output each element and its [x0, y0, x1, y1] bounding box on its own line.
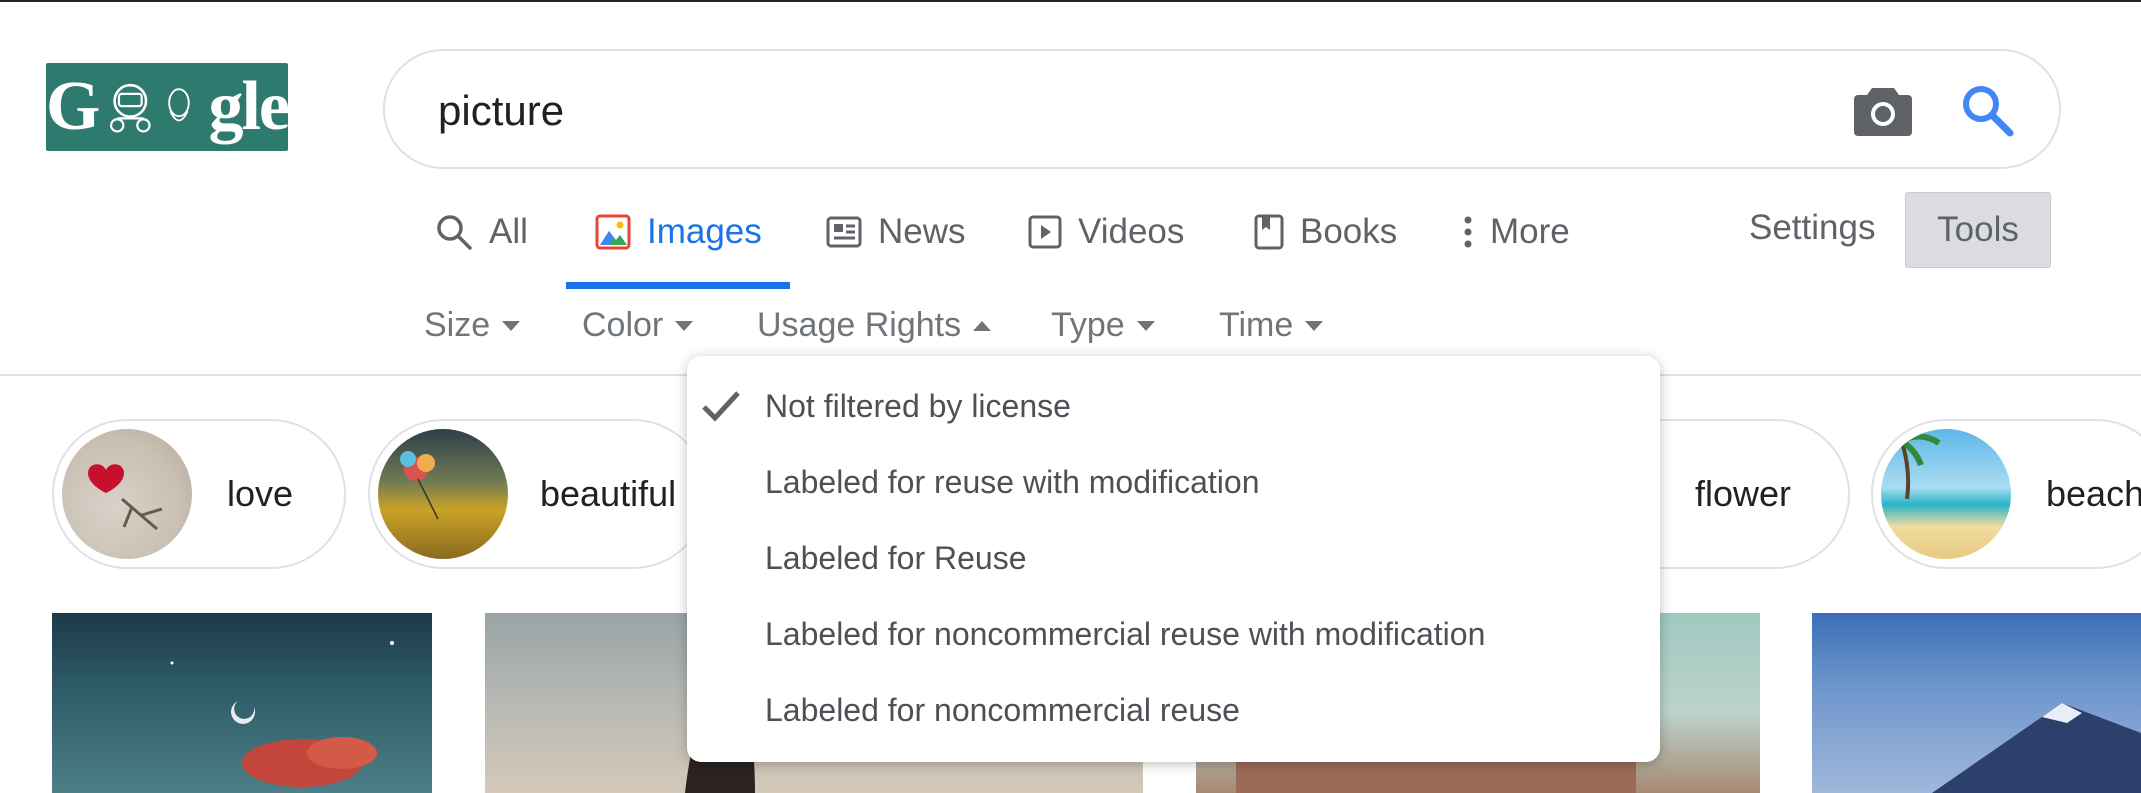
tab-news[interactable]: News — [826, 208, 966, 256]
caret-down-icon — [1305, 320, 1324, 331]
heart-icon — [88, 464, 163, 531]
tools-button[interactable]: Tools — [1905, 192, 2051, 268]
google-doodle-logo[interactable]: G gle — [46, 63, 288, 151]
tab-label: Books — [1300, 212, 1398, 251]
usage-rights-menu: Not filtered by license Labeled for reus… — [687, 356, 1660, 762]
image-icon — [595, 214, 631, 250]
chip-beautiful[interactable]: beautiful — [368, 419, 708, 569]
caret-up-icon — [973, 320, 992, 331]
active-tab-indicator — [566, 282, 790, 289]
search-icon — [437, 215, 472, 250]
filter-size[interactable]: Size — [424, 306, 521, 345]
settings-link[interactable]: Settings — [1749, 208, 1875, 248]
logo-text-right: gle — [208, 68, 288, 145]
tab-label: More — [1490, 212, 1570, 251]
filter-type[interactable]: Type — [1051, 306, 1155, 345]
menu-item-reuse[interactable]: Labeled for Reuse — [765, 540, 1027, 577]
book-icon — [1254, 214, 1284, 250]
chip-label: flower — [1695, 473, 1792, 514]
filter-label: Type — [1051, 306, 1125, 344]
camera-icon[interactable] — [1854, 84, 1912, 136]
menu-item-reuse-with-modification[interactable]: Labeled for reuse with modification — [765, 464, 1260, 501]
menu-item-noncommercial[interactable]: Labeled for noncommercial reuse — [765, 692, 1240, 729]
menu-item-noncommercial-with-modification[interactable]: Labeled for noncommercial reuse with mod… — [765, 616, 1485, 653]
image-result[interactable] — [1812, 613, 2141, 793]
search-icon[interactable] — [1960, 83, 2014, 137]
tab-books[interactable]: Books — [1254, 208, 1397, 256]
news-icon — [826, 216, 862, 248]
chip-beach[interactable]: beach — [1871, 419, 2141, 569]
chip-love[interactable]: love — [52, 419, 346, 569]
search-box[interactable]: picture — [383, 49, 2061, 169]
tab-label: News — [878, 212, 966, 251]
chip-thumbnail — [62, 429, 192, 559]
caret-down-icon — [675, 320, 694, 331]
chip-label: beautiful — [540, 473, 677, 514]
chip-label: love — [227, 473, 294, 514]
logo-text-left: G — [46, 68, 100, 145]
tab-all[interactable]: All — [435, 208, 528, 256]
play-icon — [1028, 215, 1062, 249]
balloon-icon — [400, 451, 439, 520]
search-query-text[interactable]: picture — [438, 87, 564, 135]
filter-label: Color — [582, 306, 664, 344]
chip-thumbnail — [1881, 429, 2011, 559]
filter-time[interactable]: Time — [1219, 306, 1324, 345]
chip-thumbnail — [378, 429, 508, 559]
filter-label: Time — [1219, 306, 1294, 344]
menu-item-not-filtered[interactable]: Not filtered by license — [765, 388, 1071, 425]
filter-color[interactable]: Color — [582, 306, 694, 345]
image-result[interactable] — [52, 613, 432, 793]
night-sky-image — [170, 641, 394, 787]
tab-label: All — [489, 212, 528, 251]
caret-down-icon — [1136, 320, 1155, 331]
chip-label: beach — [2046, 473, 2141, 514]
mountain-image — [1932, 703, 2141, 793]
tab-label: Images — [647, 212, 762, 251]
more-vert-icon — [1464, 216, 1472, 248]
caret-down-icon — [502, 320, 521, 331]
doodle-portrait-icon — [168, 88, 190, 122]
tab-more[interactable]: More — [1462, 208, 1570, 256]
filter-label: Size — [424, 306, 491, 344]
tab-images[interactable]: Images — [595, 208, 762, 256]
palm-icon — [1881, 433, 1941, 500]
top-border — [0, 0, 2141, 2]
filter-label: Usage Rights — [757, 306, 962, 344]
tab-videos[interactable]: Videos — [1028, 208, 1184, 256]
doodle-figure-icon — [110, 83, 152, 133]
tools-label: Tools — [1937, 210, 2019, 249]
checkmark-icon — [702, 391, 740, 422]
filter-usage-rights[interactable]: Usage Rights — [757, 306, 992, 345]
tab-label: Videos — [1078, 212, 1185, 251]
